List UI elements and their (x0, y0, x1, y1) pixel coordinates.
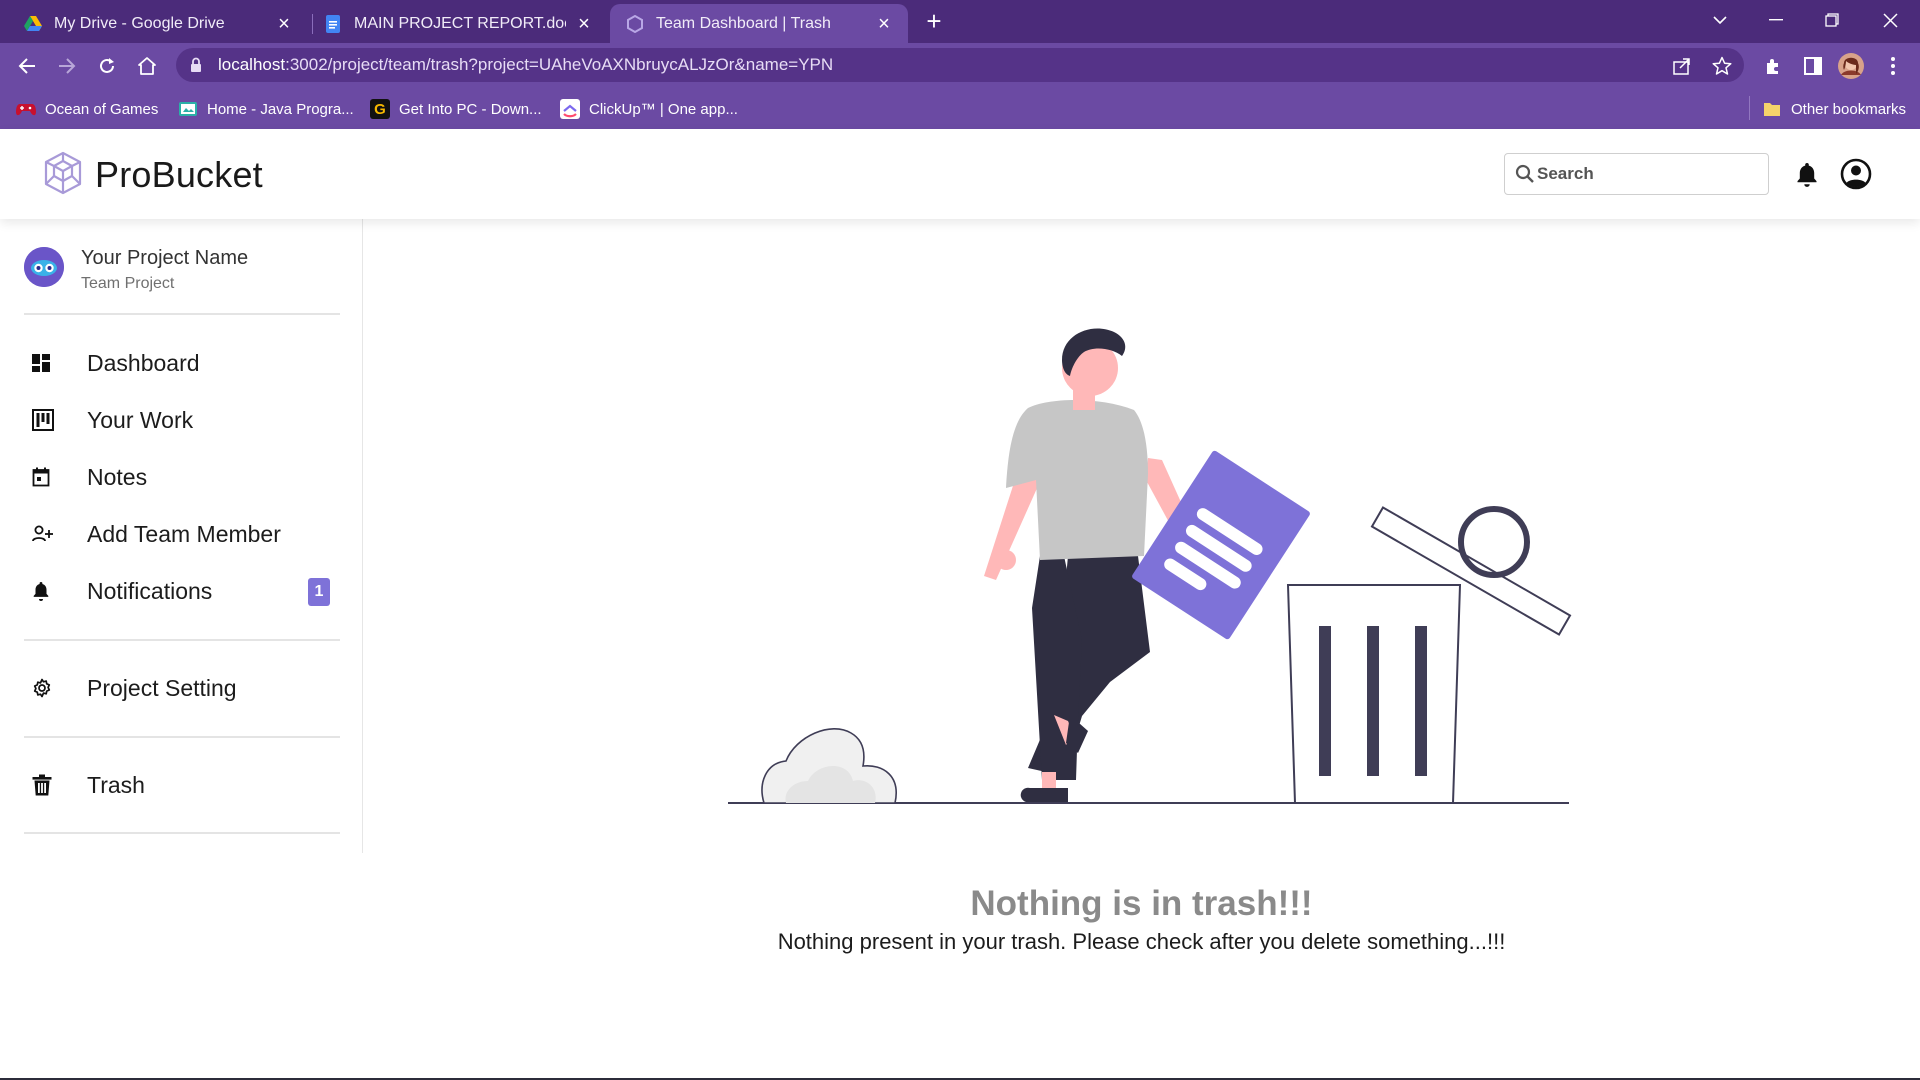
bell-icon (24, 576, 64, 606)
close-window-icon[interactable] (1862, 0, 1918, 40)
browser-tab-team-dashboard[interactable]: Team Dashboard | Trash × (610, 4, 908, 43)
empty-trash-illustration (724, 320, 1584, 810)
bookmark-label: Get Into PC - Down... (399, 100, 542, 118)
bookmark-clickup[interactable]: ClickUp™ | One app... (560, 97, 738, 121)
close-tab-icon[interactable]: × (874, 14, 894, 34)
java-icon (178, 99, 198, 119)
sidebar-item-notifications[interactable]: Notifications 1 (24, 569, 340, 613)
app-header: ProBucket (0, 129, 1920, 219)
calendar-icon (24, 462, 64, 492)
bookmarks-divider (1749, 96, 1750, 120)
project-avatar (24, 247, 64, 287)
google-docs-icon (324, 14, 342, 33)
sidebar-item-trash[interactable]: Trash (24, 763, 340, 807)
notification-count-badge: 1 (308, 578, 330, 606)
side-panel-icon[interactable] (1800, 53, 1826, 79)
bookmarks-bar: Ocean of Games Home - Java Progra... G G… (0, 88, 1920, 129)
account-circle-icon[interactable] (1840, 158, 1872, 190)
google-drive-icon (24, 15, 42, 33)
star-icon[interactable] (1712, 56, 1732, 76)
bookmark-label: Home - Java Progra... (207, 100, 354, 118)
notifications-bell-icon[interactable] (1795, 161, 1819, 187)
clickup-icon (560, 99, 580, 119)
trash-icon (24, 770, 64, 800)
search-icon (1515, 164, 1535, 189)
probucket-logo[interactable] (42, 151, 84, 195)
browser-menu-icon[interactable] (1880, 53, 1906, 79)
sidebar-item-label: Add Team Member (87, 520, 281, 547)
browser-tabstrip: My Drive - Google Drive × MAIN PROJECT R… (0, 0, 1920, 43)
gear-icon (24, 673, 64, 703)
extensions-icon[interactable] (1760, 53, 1786, 79)
address-bar[interactable]: localhost:3002/project/team/trash?projec… (176, 48, 1744, 82)
sidebar-item-label: Your Work (87, 406, 194, 433)
browser-toolbar: localhost:3002/project/team/trash?projec… (0, 43, 1920, 88)
reload-icon[interactable] (90, 49, 124, 83)
sidebar-item-add-team-member[interactable]: Add Team Member (24, 512, 340, 556)
back-arrow-icon[interactable] (10, 49, 44, 83)
sidebar-item-label: Trash (87, 771, 145, 798)
dashboard-icon (24, 348, 64, 378)
url-text: localhost:3002/project/team/trash?projec… (218, 55, 834, 74)
sidebar-item-dashboard[interactable]: Dashboard (24, 341, 340, 385)
sidebar: Your Project Name Team Project Dashboard… (0, 219, 363, 853)
profile-avatar[interactable] (1838, 53, 1864, 79)
bookmark-label: Ocean of Games (45, 100, 159, 118)
person-add-icon (24, 519, 64, 549)
g-icon: G (370, 99, 390, 119)
tab-title: Team Dashboard | Trash (656, 14, 831, 32)
minimize-icon[interactable] (1748, 0, 1804, 40)
home-icon[interactable] (130, 49, 164, 83)
sidebar-item-notes[interactable]: Notes (24, 455, 340, 499)
gamepad-icon (16, 99, 36, 119)
forward-arrow-icon[interactable] (50, 49, 84, 83)
tab-title: My Drive - Google Drive (54, 14, 225, 32)
project-info[interactable]: Your Project Name Team Project (24, 243, 340, 315)
kanban-icon (24, 405, 64, 435)
folder-icon (1762, 99, 1782, 119)
tab-title: MAIN PROJECT REPORT.docx - G (354, 14, 566, 32)
svg-text:G: G (374, 101, 386, 118)
sidebar-item-label: Project Setting (87, 674, 237, 701)
sidebar-divider (24, 832, 340, 834)
probucket-icon (626, 14, 644, 33)
close-tab-icon[interactable]: × (574, 14, 594, 34)
project-type: Team Project (81, 275, 175, 292)
sidebar-divider (24, 736, 340, 738)
new-tab-button[interactable]: + (918, 8, 950, 36)
sidebar-item-project-setting[interactable]: Project Setting (24, 666, 340, 710)
lock-icon (190, 57, 202, 78)
search-input[interactable] (1537, 162, 1757, 186)
tab-search-icon[interactable] (1692, 0, 1748, 40)
bookmark-java-programming[interactable]: Home - Java Progra... (178, 97, 354, 121)
bookmark-label: Other bookmarks (1791, 100, 1907, 118)
bookmark-get-into-pc[interactable]: G Get Into PC - Down... (370, 97, 542, 121)
sidebar-item-your-work[interactable]: Your Work (24, 398, 340, 442)
search-box[interactable] (1504, 153, 1769, 195)
share-icon[interactable] (1672, 56, 1692, 76)
other-bookmarks[interactable]: Other bookmarks (1762, 97, 1906, 121)
sidebar-item-label: Notes (87, 463, 148, 490)
browser-tab-google-drive[interactable]: My Drive - Google Drive × (8, 4, 308, 43)
close-tab-icon[interactable]: × (274, 14, 294, 34)
empty-state-description: Nothing present in your trash. Please ch… (777, 929, 1506, 954)
sidebar-item-label: Dashboard (87, 349, 200, 376)
browser-tab-google-docs[interactable]: MAIN PROJECT REPORT.docx - G × (308, 4, 608, 43)
restore-icon[interactable] (1804, 0, 1860, 40)
project-name: Your Project Name (81, 247, 249, 269)
bookmark-label: ClickUp™ | One app... (589, 100, 738, 118)
brand-name[interactable]: ProBucket (95, 154, 263, 196)
empty-state-title: Nothing is in trash!!! (970, 884, 1313, 923)
bookmark-ocean-of-games[interactable]: Ocean of Games (16, 97, 158, 121)
sidebar-item-label: Notifications (87, 577, 213, 604)
sidebar-divider (24, 639, 340, 641)
